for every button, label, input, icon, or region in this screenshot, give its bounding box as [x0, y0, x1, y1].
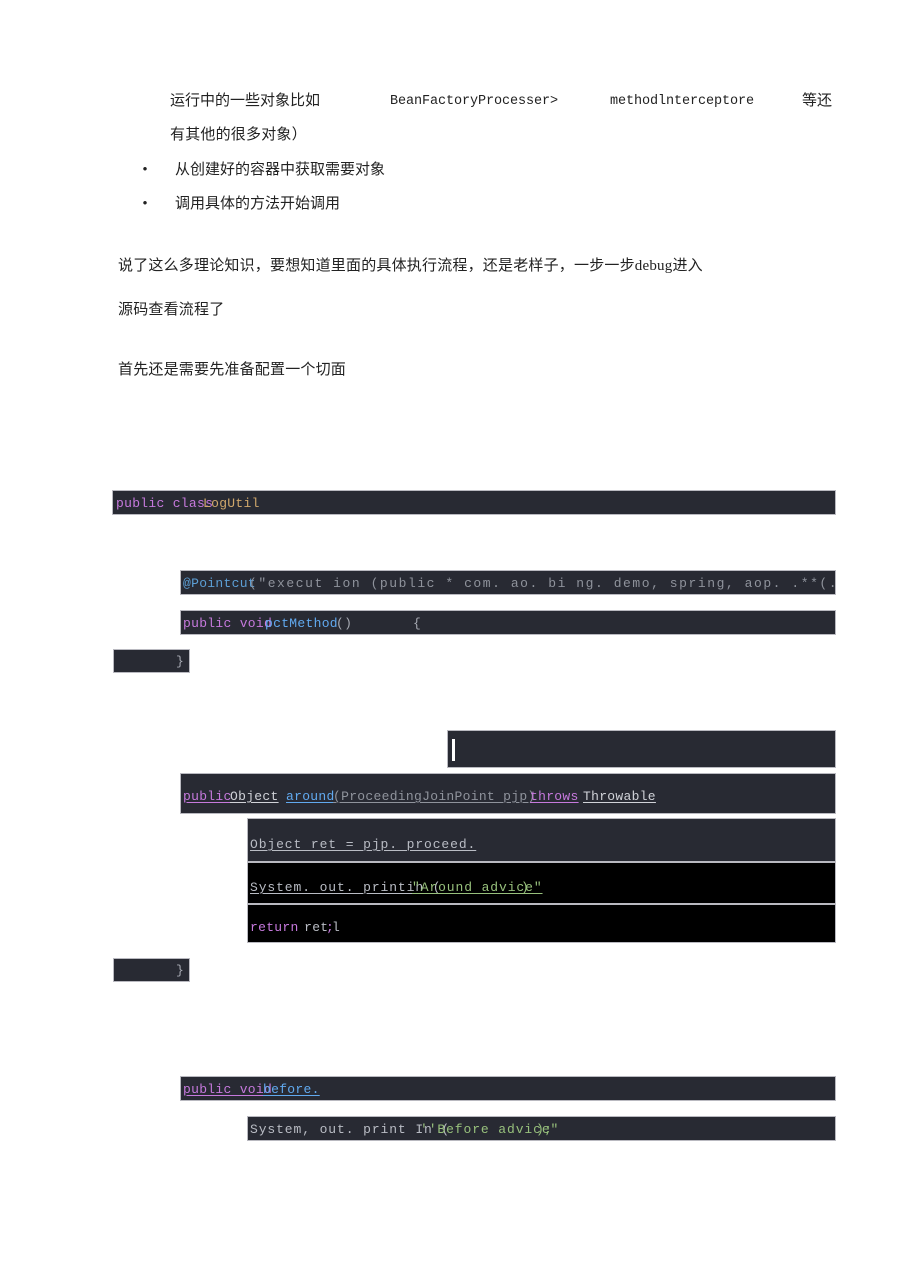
code-block-empty-editor-line[interactable]: [447, 730, 836, 768]
code-block-around-signature[interactable]: public Object around (ProceedingJoinPoin…: [180, 773, 836, 814]
code-return-value: ret: [296, 920, 329, 935]
code-parens: (): [336, 616, 353, 631]
document-page: 运行中的一些对象比如 BeanFactoryProcesser> methodl…: [0, 0, 920, 1262]
code-pointcut-expression: ("execut ion (public * com. ao. bi ng. d…: [249, 576, 836, 591]
code-class-name-logutil: LogUtil: [203, 496, 260, 511]
intro-paragraph-line2: 有其他的很多对象）: [170, 127, 307, 143]
code-statement-proceed: Object ret = pjp. proceed.: [250, 837, 477, 852]
code-block-closing-brace-2[interactable]: }: [113, 958, 190, 982]
bullet-item-2-label: 调用具体的方法开始调用: [175, 196, 341, 212]
paragraph-3: 首先还是需要先准备配置一个切面: [118, 362, 347, 378]
code-type-throwable: Throwable: [583, 789, 656, 804]
intro-code-methodinterceptore: methodlnterceptore: [610, 94, 755, 109]
bullet-marker-icon: •: [142, 162, 148, 178]
code-open-brace: {: [413, 616, 422, 631]
code-block-before-advice-print[interactable]: System, out. print In ( ''Before advice"…: [247, 1116, 836, 1141]
intro-paragraph-row: 运行中的一些对象比如 BeanFactoryProcesser> methodl…: [118, 90, 842, 112]
code-type-object: Object: [230, 789, 279, 804]
code-keyword-public-class: public class: [116, 496, 214, 511]
code-close-brace: }: [176, 963, 185, 978]
code-keyword-return: return: [250, 920, 299, 935]
intro-text-part1: 运行中的一些对象比如: [170, 93, 321, 109]
code-block-class-declaration[interactable]: public class LogUtil: [112, 490, 836, 515]
code-annotation-pointcut: @Pointcut: [183, 576, 256, 591]
intro-text-part4: 等还: [802, 93, 833, 109]
code-block-return-statement[interactable]: return ret ; l: [247, 904, 836, 943]
intro-code-beanfactoryprocesser: BeanFactoryProcesser>: [390, 94, 559, 109]
code-block-pointcut-annotation[interactable]: @Pointcut ("execut ion (public * com. ao…: [180, 570, 836, 595]
paragraph-1: 说了这么多理论知识，要想知道里面的具体执行流程，还是老样子，一步一步debug进…: [118, 258, 703, 274]
code-return-extra-char: l: [332, 920, 341, 935]
bullet-marker-icon: •: [142, 196, 148, 212]
paragraph-2: 源码查看流程了: [118, 302, 225, 318]
text-cursor-caret: [452, 739, 455, 761]
code-keyword-public: public: [183, 789, 232, 804]
code-close-brace: }: [176, 654, 185, 669]
code-block-proceed-statement[interactable]: Object ret = pjp. proceed.: [247, 818, 836, 862]
code-close-paren: ): [521, 880, 530, 895]
code-block-around-advice-print[interactable]: System. out. printin ( "Around advice" ): [247, 862, 836, 904]
bullet-item-1-label: 从创建好的容器中获取需要对象: [175, 162, 386, 178]
code-method-name-pctmethod: pctMethod: [265, 616, 338, 631]
code-keyword-public-void: public void: [183, 1082, 273, 1097]
code-method-name-around: around: [286, 789, 335, 804]
bullet-item-1: • 从创建好的容器中获取需要对象: [140, 160, 385, 180]
code-keyword-public-void: public void: [183, 616, 273, 631]
code-keyword-throws: throws: [530, 789, 579, 804]
code-method-name-before: before.: [263, 1082, 320, 1097]
code-close-paren-semicolon: );: [536, 1122, 553, 1137]
code-block-pctmethod-signature[interactable]: public void pctMethod () {: [180, 610, 836, 635]
code-block-closing-brace-1[interactable]: }: [113, 649, 190, 673]
code-around-params: (ProceedingJoinPoint pjp): [333, 789, 536, 804]
code-block-before-signature[interactable]: public void before.: [180, 1076, 836, 1101]
bullet-item-2: • 调用具体的方法开始调用: [140, 194, 340, 214]
